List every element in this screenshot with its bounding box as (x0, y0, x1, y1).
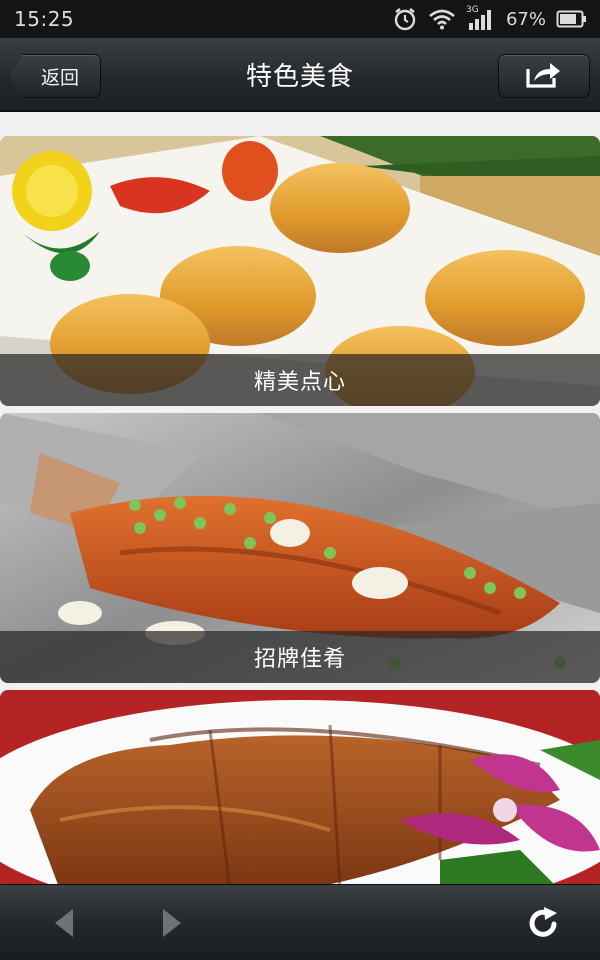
bottom-toolbar (0, 884, 600, 960)
network-type-label: 3G (465, 5, 479, 15)
wifi-icon (428, 8, 456, 30)
food-card-pastry[interactable]: 精美点心 (0, 136, 600, 406)
status-icons: 3G 67% (392, 5, 588, 32)
refresh-icon (524, 904, 562, 946)
browser-back-button[interactable] (42, 903, 86, 947)
back-arrow-icon (53, 908, 75, 942)
content-list: 精美点心 招牌佳肴 (0, 112, 600, 884)
status-time: 15:25 (14, 7, 75, 31)
braised-meat-photo (0, 690, 600, 884)
share-button[interactable] (498, 54, 590, 98)
share-icon (525, 59, 563, 93)
battery-percent: 67% (505, 8, 546, 30)
battery-icon (556, 10, 588, 28)
card-caption: 招牌佳肴 (0, 631, 600, 683)
status-bar: 15:25 3G 67% (0, 0, 600, 38)
card-caption: 精美点心 (0, 354, 600, 406)
alarm-icon (392, 6, 418, 32)
food-card-fish[interactable]: 招牌佳肴 (0, 413, 600, 683)
signal-icon: 3G (465, 5, 496, 30)
refresh-button[interactable] (521, 903, 565, 947)
header-bar: 特色美食 返回 (0, 38, 600, 112)
food-card-braised-meat[interactable] (0, 690, 600, 884)
browser-forward-button[interactable] (150, 903, 194, 947)
back-button[interactable]: 返回 (9, 54, 101, 98)
forward-arrow-icon (161, 908, 183, 942)
